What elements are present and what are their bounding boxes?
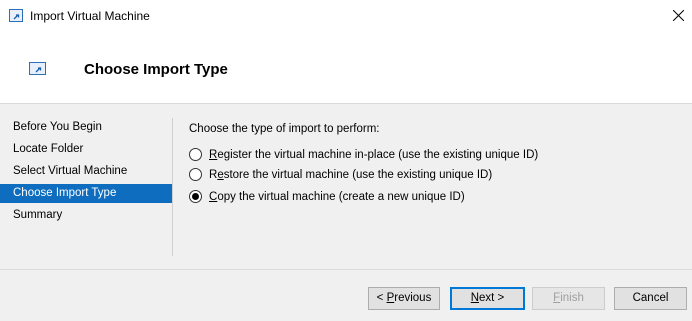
nav-item-summary[interactable]: Summary <box>0 206 172 225</box>
title-bar: Import Virtual Machine <box>0 0 692 33</box>
nav-item-select-virtual-machine[interactable]: Select Virtual Machine <box>0 162 172 181</box>
option-label: Restore the virtual machine (use the exi… <box>209 169 493 181</box>
finish-button[interactable]: Finish <box>532 287 605 310</box>
next-button[interactable]: Next > <box>450 287 525 310</box>
nav-item-choose-import-type[interactable]: Choose Import Type <box>0 184 172 203</box>
import-vm-icon <box>29 62 46 75</box>
page-title: Choose Import Type <box>84 61 228 78</box>
cancel-button[interactable]: Cancel <box>614 287 687 310</box>
radio-button-selected[interactable] <box>189 190 202 203</box>
radio-button[interactable] <box>189 168 202 181</box>
wizard-header: Choose Import Type <box>0 33 692 104</box>
import-prompt: Choose the type of import to perform: <box>189 123 380 135</box>
nav-divider <box>172 118 173 256</box>
option-label: Register the virtual machine in-place (u… <box>209 149 539 161</box>
previous-button[interactable]: < Previous <box>368 287 440 310</box>
nav-item-locate-folder[interactable]: Locate Folder <box>0 140 172 159</box>
close-icon <box>673 10 684 21</box>
option-label: Copy the virtual machine (create a new u… <box>209 191 465 203</box>
footer-divider <box>0 269 692 270</box>
radio-button[interactable] <box>189 148 202 161</box>
nav-item-before-you-begin[interactable]: Before You Begin <box>0 118 172 137</box>
close-button[interactable] <box>662 0 692 33</box>
window-title: Import Virtual Machine <box>30 9 150 23</box>
import-type-panel: Choose the type of import to perform: Re… <box>189 123 538 203</box>
import-vm-icon <box>9 9 23 22</box>
